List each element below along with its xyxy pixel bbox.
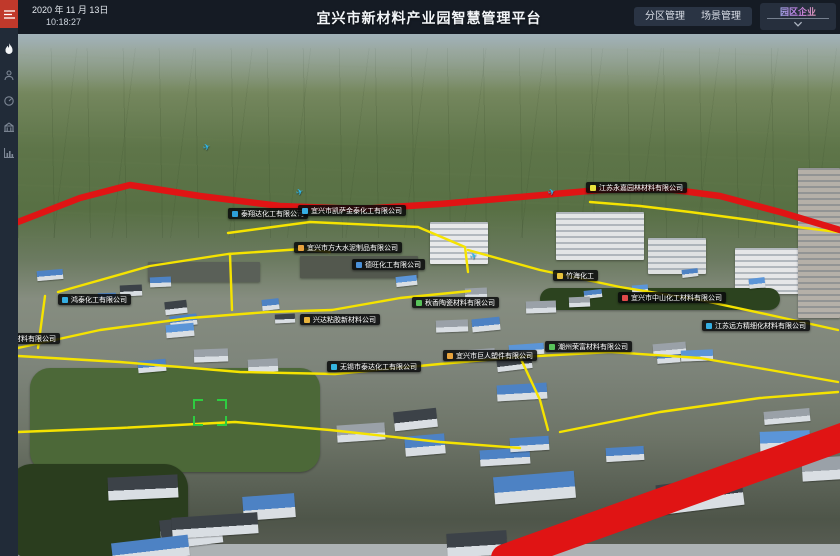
menu-icon xyxy=(4,10,15,19)
warehouse-building xyxy=(681,349,714,361)
sidebar-item-menu[interactable] xyxy=(0,0,18,28)
left-sidebar xyxy=(0,0,18,556)
warehouse-building xyxy=(801,456,840,482)
company-label[interactable]: 潮州荣富材料有限公司 xyxy=(545,341,632,352)
company-name: 潮州荣富材料有限公司 xyxy=(558,342,628,352)
warehouse-building xyxy=(526,300,556,313)
sidebar-item-fire[interactable] xyxy=(0,36,18,62)
company-name: 江苏永嘉园林材料有限公司 xyxy=(599,183,683,193)
company-name: 兴达粘胶新材料公司 xyxy=(313,315,376,325)
company-name: 泰翔达化工有限公司 xyxy=(241,209,304,219)
company-marker-icon xyxy=(447,353,453,359)
sidebar-item-statistics[interactable] xyxy=(0,140,18,166)
company-marker-icon xyxy=(298,245,304,251)
warehouse-building xyxy=(150,277,171,288)
company-label[interactable]: 江苏远方精细化材料有限公司 xyxy=(702,320,810,331)
selection-bracket xyxy=(193,399,227,426)
zone-management-button[interactable]: 分区管理 xyxy=(634,7,696,26)
datetime-block: 2020 年 11 月 13日 10:18:27 xyxy=(32,4,108,28)
company-label[interactable]: 无锡市泰达化工有限公司 xyxy=(327,361,421,372)
warehouse-building xyxy=(759,430,810,452)
company-name: 秋香陶瓷材料有限公司 xyxy=(425,298,495,308)
sidebar-item-gauge[interactable] xyxy=(0,88,18,114)
company-label[interactable]: 泰翔达化工有限公司 xyxy=(228,208,308,219)
building-icon xyxy=(4,122,14,132)
company-name: 无锡市泰达化工有限公司 xyxy=(340,362,417,372)
company-name: 德旺化工有限公司 xyxy=(365,260,421,270)
map-structure xyxy=(556,212,644,260)
company-name: 竹海化工 xyxy=(566,271,594,281)
company-name: 江苏远方精细化材料有限公司 xyxy=(715,321,806,331)
company-label[interactable]: 秋香陶瓷材料有限公司 xyxy=(412,297,499,308)
warehouse-building xyxy=(194,348,228,362)
warehouse-building xyxy=(404,433,445,456)
person-icon xyxy=(4,70,14,80)
sidebar-item-personnel[interactable] xyxy=(0,62,18,88)
company-label[interactable]: 宜兴市中山化工材料有限公司 xyxy=(618,292,726,303)
company-marker-icon xyxy=(331,364,337,370)
sidebar-item-enterprise[interactable] xyxy=(0,114,18,140)
scene-management-button[interactable]: 场景管理 xyxy=(690,7,752,26)
map-canvas[interactable]: 泰翔达化工有限公司宜兴市凯萨金泰化工有限公司宜兴市方大水泥制品有限公司德旺化工有… xyxy=(18,34,840,556)
company-marker-icon xyxy=(549,344,555,350)
warehouse-building xyxy=(472,316,502,332)
company-marker-icon xyxy=(590,185,596,191)
park-enterprise-dropdown[interactable]: 园区企业 xyxy=(760,3,836,30)
dropdown-divider xyxy=(767,18,829,19)
company-marker-icon xyxy=(232,211,238,217)
chevron-down-icon xyxy=(794,21,803,27)
time-label: 10:18:27 xyxy=(46,16,108,28)
horizon-haze xyxy=(18,34,840,94)
warehouse-building xyxy=(247,358,278,373)
company-marker-icon xyxy=(416,300,422,306)
page-title: 宜兴市新材料产业园智慧管理平台 xyxy=(317,8,542,28)
warehouse-building xyxy=(275,314,296,324)
park-enterprise-label: 园区企业 xyxy=(760,5,836,18)
company-name: 江苏润丰新材料有限公司 xyxy=(18,334,56,344)
gauge-icon xyxy=(4,96,14,106)
company-label[interactable]: 德旺化工有限公司 xyxy=(352,259,425,270)
warehouse-building xyxy=(446,530,507,556)
map-structure xyxy=(30,368,320,472)
company-marker-icon xyxy=(304,317,310,323)
company-marker-icon xyxy=(62,297,68,303)
warehouse-building xyxy=(396,275,418,287)
company-marker-icon xyxy=(356,262,362,268)
company-marker-icon xyxy=(706,323,712,329)
company-name: 鸿泰化工有限公司 xyxy=(71,295,127,305)
warehouse-building xyxy=(435,319,467,332)
company-label[interactable]: 竹海化工 xyxy=(553,270,598,281)
app-window: 泰翔达化工有限公司宜兴市凯萨金泰化工有限公司宜兴市方大水泥制品有限公司德旺化工有… xyxy=(0,0,840,556)
company-label[interactable]: 宜兴市方大水泥制品有限公司 xyxy=(294,242,402,253)
company-label[interactable]: 鸿泰化工有限公司 xyxy=(58,294,131,305)
warehouse-building xyxy=(108,474,179,500)
warehouse-building xyxy=(336,423,385,443)
warehouse-building xyxy=(137,358,166,372)
company-name: 宜兴市方大水泥制品有限公司 xyxy=(307,243,398,253)
warehouse-building xyxy=(606,446,644,462)
flame-icon xyxy=(4,43,14,55)
company-label[interactable]: 江苏永嘉园林材料有限公司 xyxy=(586,182,687,193)
company-label[interactable]: 江苏润丰新材料有限公司 xyxy=(18,333,60,344)
warehouse-building xyxy=(568,297,589,308)
top-header-bar: 2020 年 11 月 13日 10:18:27 宜兴市新材料产业园智慧管理平台… xyxy=(18,0,840,34)
company-label[interactable]: 兴达粘胶新材料公司 xyxy=(300,314,380,325)
map-structure xyxy=(798,168,840,318)
date-label: 2020 年 11 月 13日 xyxy=(32,4,108,16)
map-structure xyxy=(430,222,488,264)
company-marker-icon xyxy=(302,208,308,214)
warehouse-building xyxy=(509,436,549,453)
company-name: 宜兴市中山化工材料有限公司 xyxy=(631,293,722,303)
company-label[interactable]: 宜兴市巨人塑件有限公司 xyxy=(443,350,537,361)
company-label[interactable]: 宜兴市凯萨金泰化工有限公司 xyxy=(298,205,406,216)
company-name: 宜兴市巨人塑件有限公司 xyxy=(456,351,533,361)
company-marker-icon xyxy=(622,295,628,301)
company-marker-icon xyxy=(557,273,563,279)
company-name: 宜兴市凯萨金泰化工有限公司 xyxy=(311,206,402,216)
bar-chart-icon xyxy=(4,148,14,158)
warehouse-building xyxy=(262,298,280,310)
